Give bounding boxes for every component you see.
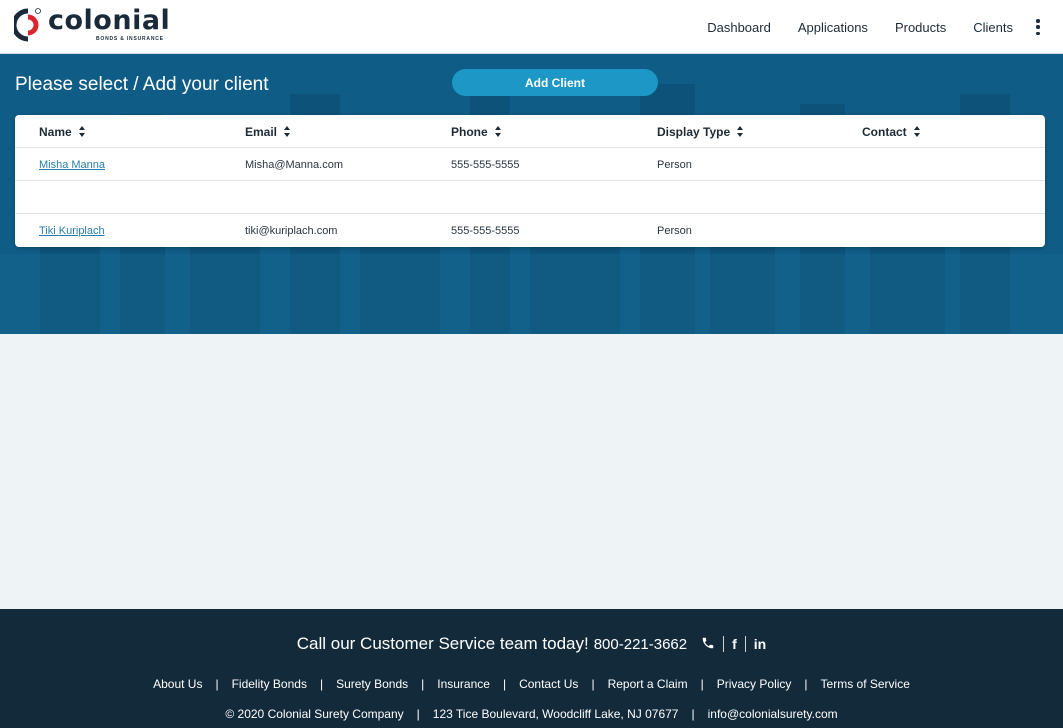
footer-links: About Us | Fidelity Bonds | Surety Bonds | … <box>153 677 910 691</box>
table-row[interactable] <box>15 181 1045 214</box>
sort-icon[interactable] <box>737 126 744 137</box>
logo-tagline: BONDS & INSURANCE <box>96 36 164 42</box>
nav-clients[interactable]: Clients <box>973 20 1013 35</box>
top-header: colonial BONDS & INSURANCE Dashboard App… <box>0 0 1063 54</box>
client-display-type: Person <box>657 158 692 171</box>
page-title: Please select / Add your client <box>15 74 269 95</box>
client-email: tiki@kuriplach.com <box>245 224 338 237</box>
add-client-button[interactable]: Add Client <box>452 69 658 96</box>
clients-table: Name Email Phone Display Type Contact Mi… <box>15 115 1045 247</box>
main-nav: Dashboard Applications Products Clients <box>680 0 1041 54</box>
column-header-email[interactable]: Email <box>245 115 291 148</box>
facebook-icon[interactable]: f <box>732 636 737 652</box>
column-header-name[interactable]: Name <box>39 115 86 148</box>
client-phone: 555-555-5555 <box>451 158 520 171</box>
footer-link-insurance[interactable]: Insurance <box>437 677 490 691</box>
social-links: f in <box>701 636 766 653</box>
table-header-row: Name Email Phone Display Type Contact <box>15 115 1045 148</box>
footer-link-terms-of-service[interactable]: Terms of Service <box>821 677 910 691</box>
footer-link-fidelity-bonds[interactable]: Fidelity Bonds <box>232 677 307 691</box>
kebab-menu-icon[interactable] <box>1035 19 1041 35</box>
client-phone: 555-555-5555 <box>451 224 520 237</box>
footer-link-surety-bonds[interactable]: Surety Bonds <box>336 677 408 691</box>
footer-link-report-a-claim[interactable]: Report a Claim <box>608 677 688 691</box>
footer-legal: © 2020 Colonial Surety Company | 123 Tice… <box>225 707 838 721</box>
nav-dashboard[interactable]: Dashboard <box>707 20 771 35</box>
sort-icon[interactable] <box>494 126 502 137</box>
table-row[interactable]: Tiki Kuriplach tiki@kuriplach.com 555-55… <box>15 214 1045 247</box>
nav-applications[interactable]: Applications <box>798 20 868 35</box>
company-email[interactable]: info@colonialsurety.com <box>708 707 838 721</box>
site-footer: Call our Customer Service team today! 80… <box>0 609 1063 728</box>
linkedin-icon[interactable]: in <box>754 636 766 652</box>
copyright: © 2020 Colonial Surety Company <box>225 707 404 721</box>
footer-link-contact-us[interactable]: Contact Us <box>519 677 578 691</box>
footer-link-about-us[interactable]: About Us <box>153 677 202 691</box>
cta-text: Call our Customer Service team today! <box>296 634 589 653</box>
sort-icon[interactable] <box>284 126 291 137</box>
client-display-type: Person <box>657 224 692 237</box>
column-header-display-type[interactable]: Display Type <box>657 115 744 148</box>
client-name-link[interactable]: Tiki Kuriplach <box>39 225 105 237</box>
table-row[interactable]: Misha Manna Misha@Manna.com 555-555-5555… <box>15 148 1045 181</box>
column-header-phone[interactable]: Phone <box>451 115 502 148</box>
hero-section: Please select / Add your client Add Clie… <box>0 54 1063 334</box>
client-name-link[interactable]: Misha Manna <box>39 159 105 171</box>
colonial-logo-icon <box>11 7 42 43</box>
customer-service-cta: Call our Customer Service team today! 80… <box>0 634 1063 654</box>
sort-icon[interactable] <box>913 126 921 137</box>
phone-icon[interactable] <box>701 636 715 653</box>
sort-icon[interactable] <box>78 126 86 137</box>
logo-wordmark: colonial <box>48 5 171 36</box>
company-address: 123 Tice Boulevard, Woodcliff Lake, NJ 0… <box>432 707 679 721</box>
social-divider <box>723 636 725 652</box>
column-header-contact[interactable]: Contact <box>862 115 921 148</box>
footer-link-privacy-policy[interactable]: Privacy Policy <box>717 677 792 691</box>
colonial-logo[interactable]: colonial BONDS & INSURANCE <box>11 5 171 45</box>
cta-phone-number[interactable]: 800-221-3662 <box>594 636 687 653</box>
nav-products[interactable]: Products <box>895 20 946 35</box>
client-email: Misha@Manna.com <box>245 158 343 171</box>
social-divider <box>744 636 746 652</box>
